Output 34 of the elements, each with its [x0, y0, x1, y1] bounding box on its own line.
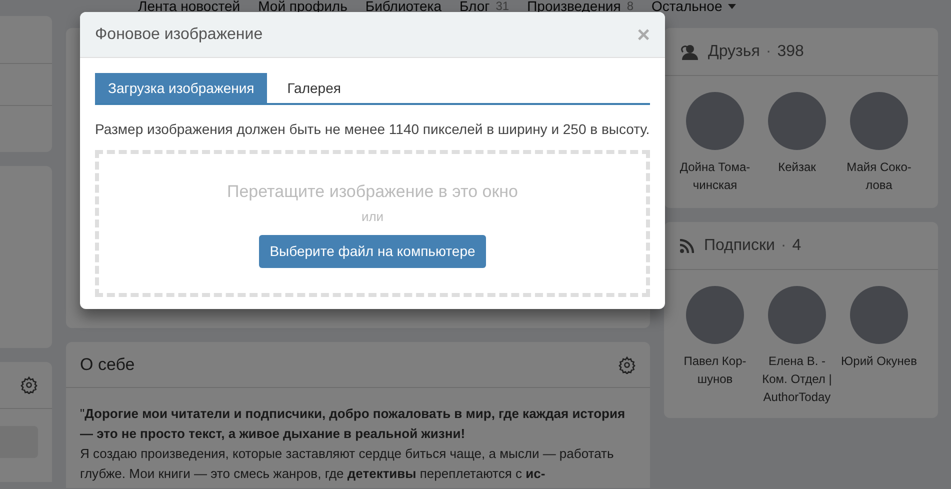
drop-zone[interactable]: Перетащите изображение в это окно или Выберите файл на компьютере: [95, 150, 650, 297]
separator-dot: ·: [780, 236, 786, 256]
section-title: Подписки: [704, 236, 775, 256]
person-name[interactable]: Кейзак: [778, 158, 816, 176]
nav-link[interactable]: Лента новостей: [138, 0, 240, 12]
drop-text: Перетащите изображение в это окно: [227, 181, 518, 203]
person-name[interactable]: Павел Кор-шунов: [676, 352, 754, 388]
nav-count: 8: [626, 0, 634, 12]
about-paragraph: "Дорогие мои читатели и подписчики, добро пожаловать в мир, где каждая история — это не просто текст, а живое дыхание в реальной жизни!: [80, 405, 626, 443]
settings-icon[interactable]: [20, 376, 38, 394]
nav-count: 31: [496, 0, 510, 12]
nav-link[interactable]: Остальное: [652, 0, 736, 12]
nav-link[interactable]: Мой профиль: [258, 0, 348, 12]
or-text: или: [361, 208, 384, 226]
nav-link[interactable]: Блог 31: [460, 0, 510, 12]
choose-file-button[interactable]: Выберите файл на компьютере: [258, 235, 486, 268]
section-count: 398: [777, 42, 804, 62]
section-count: 4: [792, 236, 802, 256]
about-paragraph: Я создаю произведения, которые заставляют сердце биться чаще, а мысли — работать глубже. Мои книги — это смесь жанров, где детективы переплетаются с ис-: [80, 445, 615, 483]
settings-icon[interactable]: [618, 356, 636, 374]
person-name[interactable]: Дойна Тома-чинская: [676, 158, 754, 194]
size-hint: Размер изображения должен быть не менее 1140 пикселей в ширину и 250 в высоту.: [95, 120, 650, 139]
rss-icon: [680, 238, 694, 252]
modal-title: Фоновое изображение: [95, 24, 263, 44]
person-name[interactable]: Елена В. - Ком. Отдел | AuthorToday: [758, 352, 836, 406]
person-name[interactable]: Юрий Окунев: [841, 352, 917, 370]
person-name[interactable]: Майя Соко-лова: [840, 158, 918, 194]
nav-link[interactable]: Библиотека: [365, 0, 442, 12]
nav-link[interactable]: Произведения 8: [527, 0, 634, 12]
about-title: О себе: [80, 354, 135, 376]
tab[interactable]: Загрузка изображения: [95, 73, 268, 103]
users-icon: [680, 44, 698, 60]
section-title: Друзья: [708, 42, 760, 62]
separator-dot: ·: [766, 42, 772, 62]
